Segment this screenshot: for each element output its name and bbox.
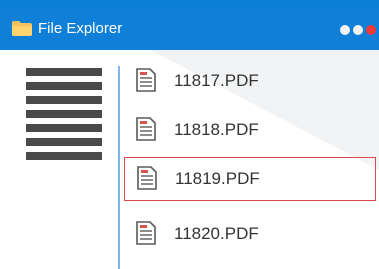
file-name: 11817.PDF	[174, 71, 259, 90]
file-item-11819[interactable]: 11819.PDF	[124, 157, 376, 201]
hamburger-menu-icon[interactable]	[26, 68, 102, 168]
document-icon	[136, 117, 156, 141]
maximize-dot[interactable]	[353, 25, 363, 35]
file-name: 11818.PDF	[174, 120, 259, 139]
window-controls	[340, 25, 376, 35]
file-name: 11820.PDF	[174, 224, 259, 243]
file-explorer-window: File Explorer 11817.PDF 11818.PDF 11819.…	[0, 8, 379, 269]
file-item-11818[interactable]: 11818.PDF	[124, 109, 376, 153]
document-icon	[137, 166, 157, 190]
folder-icon	[12, 21, 32, 36]
file-item-11820[interactable]: 11820.PDF	[124, 213, 376, 257]
document-icon	[136, 221, 156, 245]
document-icon	[136, 68, 156, 92]
titlebar[interactable]: File Explorer	[0, 8, 379, 50]
file-name: 11819.PDF	[175, 169, 260, 188]
file-item-11817[interactable]: 11817.PDF	[124, 60, 376, 104]
window-title: File Explorer	[38, 20, 123, 37]
minimize-dot[interactable]	[340, 25, 350, 35]
sidebar-divider	[118, 66, 120, 269]
close-dot[interactable]	[366, 25, 376, 35]
